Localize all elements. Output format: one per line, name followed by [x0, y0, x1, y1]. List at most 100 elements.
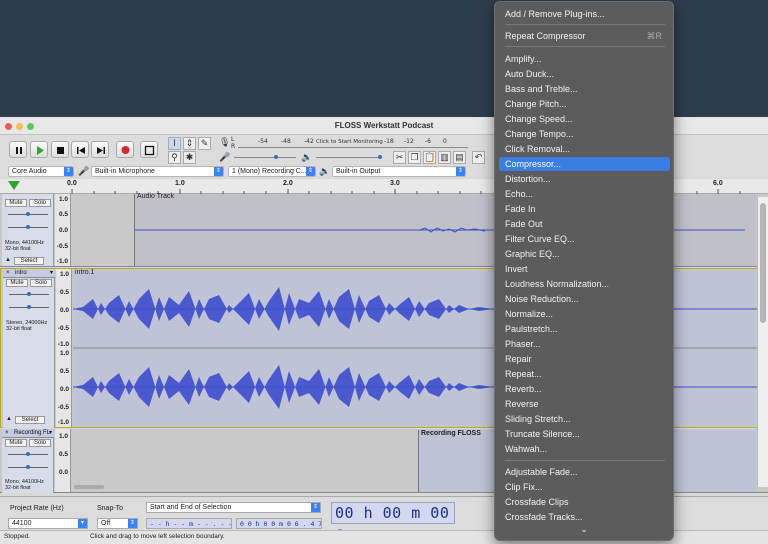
- menu-item-repeat[interactable]: Repeat...: [499, 367, 670, 381]
- input-volume-slider[interactable]: [234, 157, 296, 158]
- menu-item-sliding-stretch[interactable]: Sliding Stretch...: [499, 412, 670, 426]
- menu-item-phaser[interactable]: Phaser...: [499, 337, 670, 351]
- menu-item-label: Bass and Treble...: [505, 84, 578, 94]
- zoom-tool[interactable]: ⚲: [168, 151, 181, 164]
- audio-position-display[interactable]: 00 h 00 m 00 s: [331, 502, 455, 542]
- selection-tool[interactable]: I: [168, 137, 181, 150]
- output-volume-knob[interactable]: [378, 155, 382, 159]
- pan-knob[interactable]: [26, 225, 30, 229]
- menu-item-truncate-silence[interactable]: Truncate Silence...: [499, 427, 670, 441]
- vertical-scrollbar[interactable]: [757, 197, 768, 487]
- gain-knob[interactable]: [26, 452, 30, 456]
- click-to-start-monitoring[interactable]: Click to Start Monitoring: [316, 139, 383, 145]
- selection-end-time[interactable]: 0 0 h 0 0 m 0 6 . 4 7 0 s: [236, 518, 322, 529]
- track-name-menu[interactable]: × intro ▾: [3, 269, 55, 278]
- track-control-panel: Mute Solo Mono, 44100Hz 32-bit float Sel…: [2, 194, 54, 266]
- horizontal-scrollbar-thumb[interactable]: [74, 485, 104, 489]
- recording-channels-select[interactable]: 1 (Mono) Recording C... ⇕: [228, 166, 316, 177]
- menu-item-label: Crossfade Clips: [505, 497, 569, 507]
- output-volume-slider[interactable]: [316, 157, 382, 158]
- cut-button[interactable]: ✂: [393, 151, 406, 164]
- solo-button[interactable]: Solo: [29, 439, 51, 447]
- menu-item-paulstretch[interactable]: Paulstretch...: [499, 322, 670, 336]
- close-icon[interactable]: ×: [5, 429, 9, 437]
- ruler-tick-label: 0.0: [67, 180, 77, 187]
- gain-knob[interactable]: [26, 212, 30, 216]
- recording-device-select[interactable]: Built-in Microphone ⇕: [91, 166, 224, 177]
- selection-mode-select[interactable]: Start and End of Selection ⇕: [146, 502, 321, 513]
- menu-item-compressor[interactable]: Compressor...: [499, 157, 670, 171]
- menu-item-echo[interactable]: Echo...: [499, 187, 670, 201]
- skip-to-start-button[interactable]: [71, 141, 89, 158]
- menu-item-filter-curve-eq[interactable]: Filter Curve EQ...: [499, 232, 670, 246]
- menu-item-adjustable-fade[interactable]: Adjustable Fade...: [499, 465, 670, 479]
- project-rate-select[interactable]: 44100 ▾: [8, 518, 88, 529]
- pan-knob[interactable]: [26, 465, 30, 469]
- select-button[interactable]: Select: [14, 257, 44, 265]
- multi-tool[interactable]: ✱: [183, 151, 196, 164]
- track-name-menu[interactable]: × Recording FL ▾: [2, 429, 54, 438]
- menu-item-loudness-normalization[interactable]: Loudness Normalization...: [499, 277, 670, 291]
- record-button[interactable]: [116, 141, 134, 158]
- play-button[interactable]: [30, 141, 48, 158]
- paste-button[interactable]: 📋: [423, 151, 436, 164]
- menu-item-change-tempo[interactable]: Change Tempo...: [499, 127, 670, 141]
- scale-label: 0.0: [58, 469, 68, 476]
- mute-button[interactable]: Mute: [5, 439, 27, 447]
- menu-item-distortion[interactable]: Distortion...: [499, 172, 670, 186]
- menu-item-repair[interactable]: Repair: [499, 352, 670, 366]
- menu-item-label: Crossfade Tracks...: [505, 512, 583, 522]
- playback-device-select[interactable]: Built-in Output ⇕: [332, 166, 466, 177]
- gain-knob[interactable]: [27, 292, 31, 296]
- scale-label: -1.0: [57, 419, 69, 426]
- menu-item-fade-out[interactable]: Fade Out: [499, 217, 670, 231]
- menu-item-graphic-eq[interactable]: Graphic EQ...: [499, 247, 670, 261]
- menu-item-amplify[interactable]: Amplify...: [499, 52, 670, 66]
- menu-item-repeat-compressor[interactable]: Repeat Compressor ⌘R: [499, 29, 670, 43]
- menu-item-click-removal[interactable]: Click Removal...: [499, 142, 670, 156]
- menu-item-auto-duck[interactable]: Auto Duck...: [499, 67, 670, 81]
- loop-button[interactable]: [140, 141, 158, 158]
- mute-button[interactable]: Mute: [6, 279, 28, 287]
- solo-button[interactable]: Solo: [30, 279, 52, 287]
- ruler-tick-label: 3.0: [390, 180, 400, 187]
- envelope-tool[interactable]: ⇕: [183, 137, 196, 150]
- selection-start-time[interactable]: - - h - - m - - . - - - s: [146, 518, 232, 529]
- silence-button[interactable]: ▤: [453, 151, 466, 164]
- menu-item-crossfade-tracks[interactable]: Crossfade Tracks...: [499, 510, 670, 524]
- menu-item-change-speed[interactable]: Change Speed...: [499, 112, 670, 126]
- undo-button[interactable]: ↶: [472, 151, 485, 164]
- pan-knob[interactable]: [27, 305, 31, 309]
- menu-item-invert[interactable]: Invert: [499, 262, 670, 276]
- menu-item-add-remove-plugins[interactable]: Add / Remove Plug-ins...: [499, 7, 670, 21]
- collapse-icon[interactable]: ▲: [6, 416, 12, 422]
- menu-item-wahwah[interactable]: Wahwah...: [499, 442, 670, 456]
- draw-tool[interactable]: ✎: [198, 137, 211, 150]
- menu-item-crossfade-clips[interactable]: Crossfade Clips: [499, 495, 670, 509]
- menu-item-reverse[interactable]: Reverse: [499, 397, 670, 411]
- snap-to-select[interactable]: Off ⇕: [97, 518, 138, 529]
- pause-button[interactable]: [9, 141, 27, 158]
- vertical-scrollbar-thumb[interactable]: [760, 203, 766, 323]
- select-button[interactable]: Select: [15, 416, 45, 424]
- skip-to-end-button[interactable]: [91, 141, 109, 158]
- collapse-icon[interactable]: ▲: [5, 257, 11, 263]
- meter-tick: -48: [281, 138, 291, 145]
- solo-button[interactable]: Solo: [29, 199, 51, 207]
- menu-scroll-down-icon[interactable]: ⌄: [495, 524, 673, 535]
- audio-host-select[interactable]: Core Audio ⇕: [8, 166, 74, 177]
- mute-button[interactable]: Mute: [5, 199, 27, 207]
- record-meter[interactable]: -54 -48 -42 Click to Start Monitoring -1…: [238, 138, 468, 147]
- trim-button[interactable]: ▥: [438, 151, 451, 164]
- menu-item-bass-treble[interactable]: Bass and Treble...: [499, 82, 670, 96]
- menu-item-normalize[interactable]: Normalize...: [499, 307, 670, 321]
- menu-item-noise-reduction[interactable]: Noise Reduction...: [499, 292, 670, 306]
- close-icon[interactable]: ×: [6, 269, 10, 277]
- copy-button[interactable]: ❐: [408, 151, 421, 164]
- input-volume-knob[interactable]: [274, 155, 278, 159]
- menu-item-reverb[interactable]: Reverb...: [499, 382, 670, 396]
- menu-item-clip-fix[interactable]: Clip Fix...: [499, 480, 670, 494]
- menu-item-fade-in[interactable]: Fade In: [499, 202, 670, 216]
- stop-button[interactable]: [51, 141, 69, 158]
- menu-item-change-pitch[interactable]: Change Pitch...: [499, 97, 670, 111]
